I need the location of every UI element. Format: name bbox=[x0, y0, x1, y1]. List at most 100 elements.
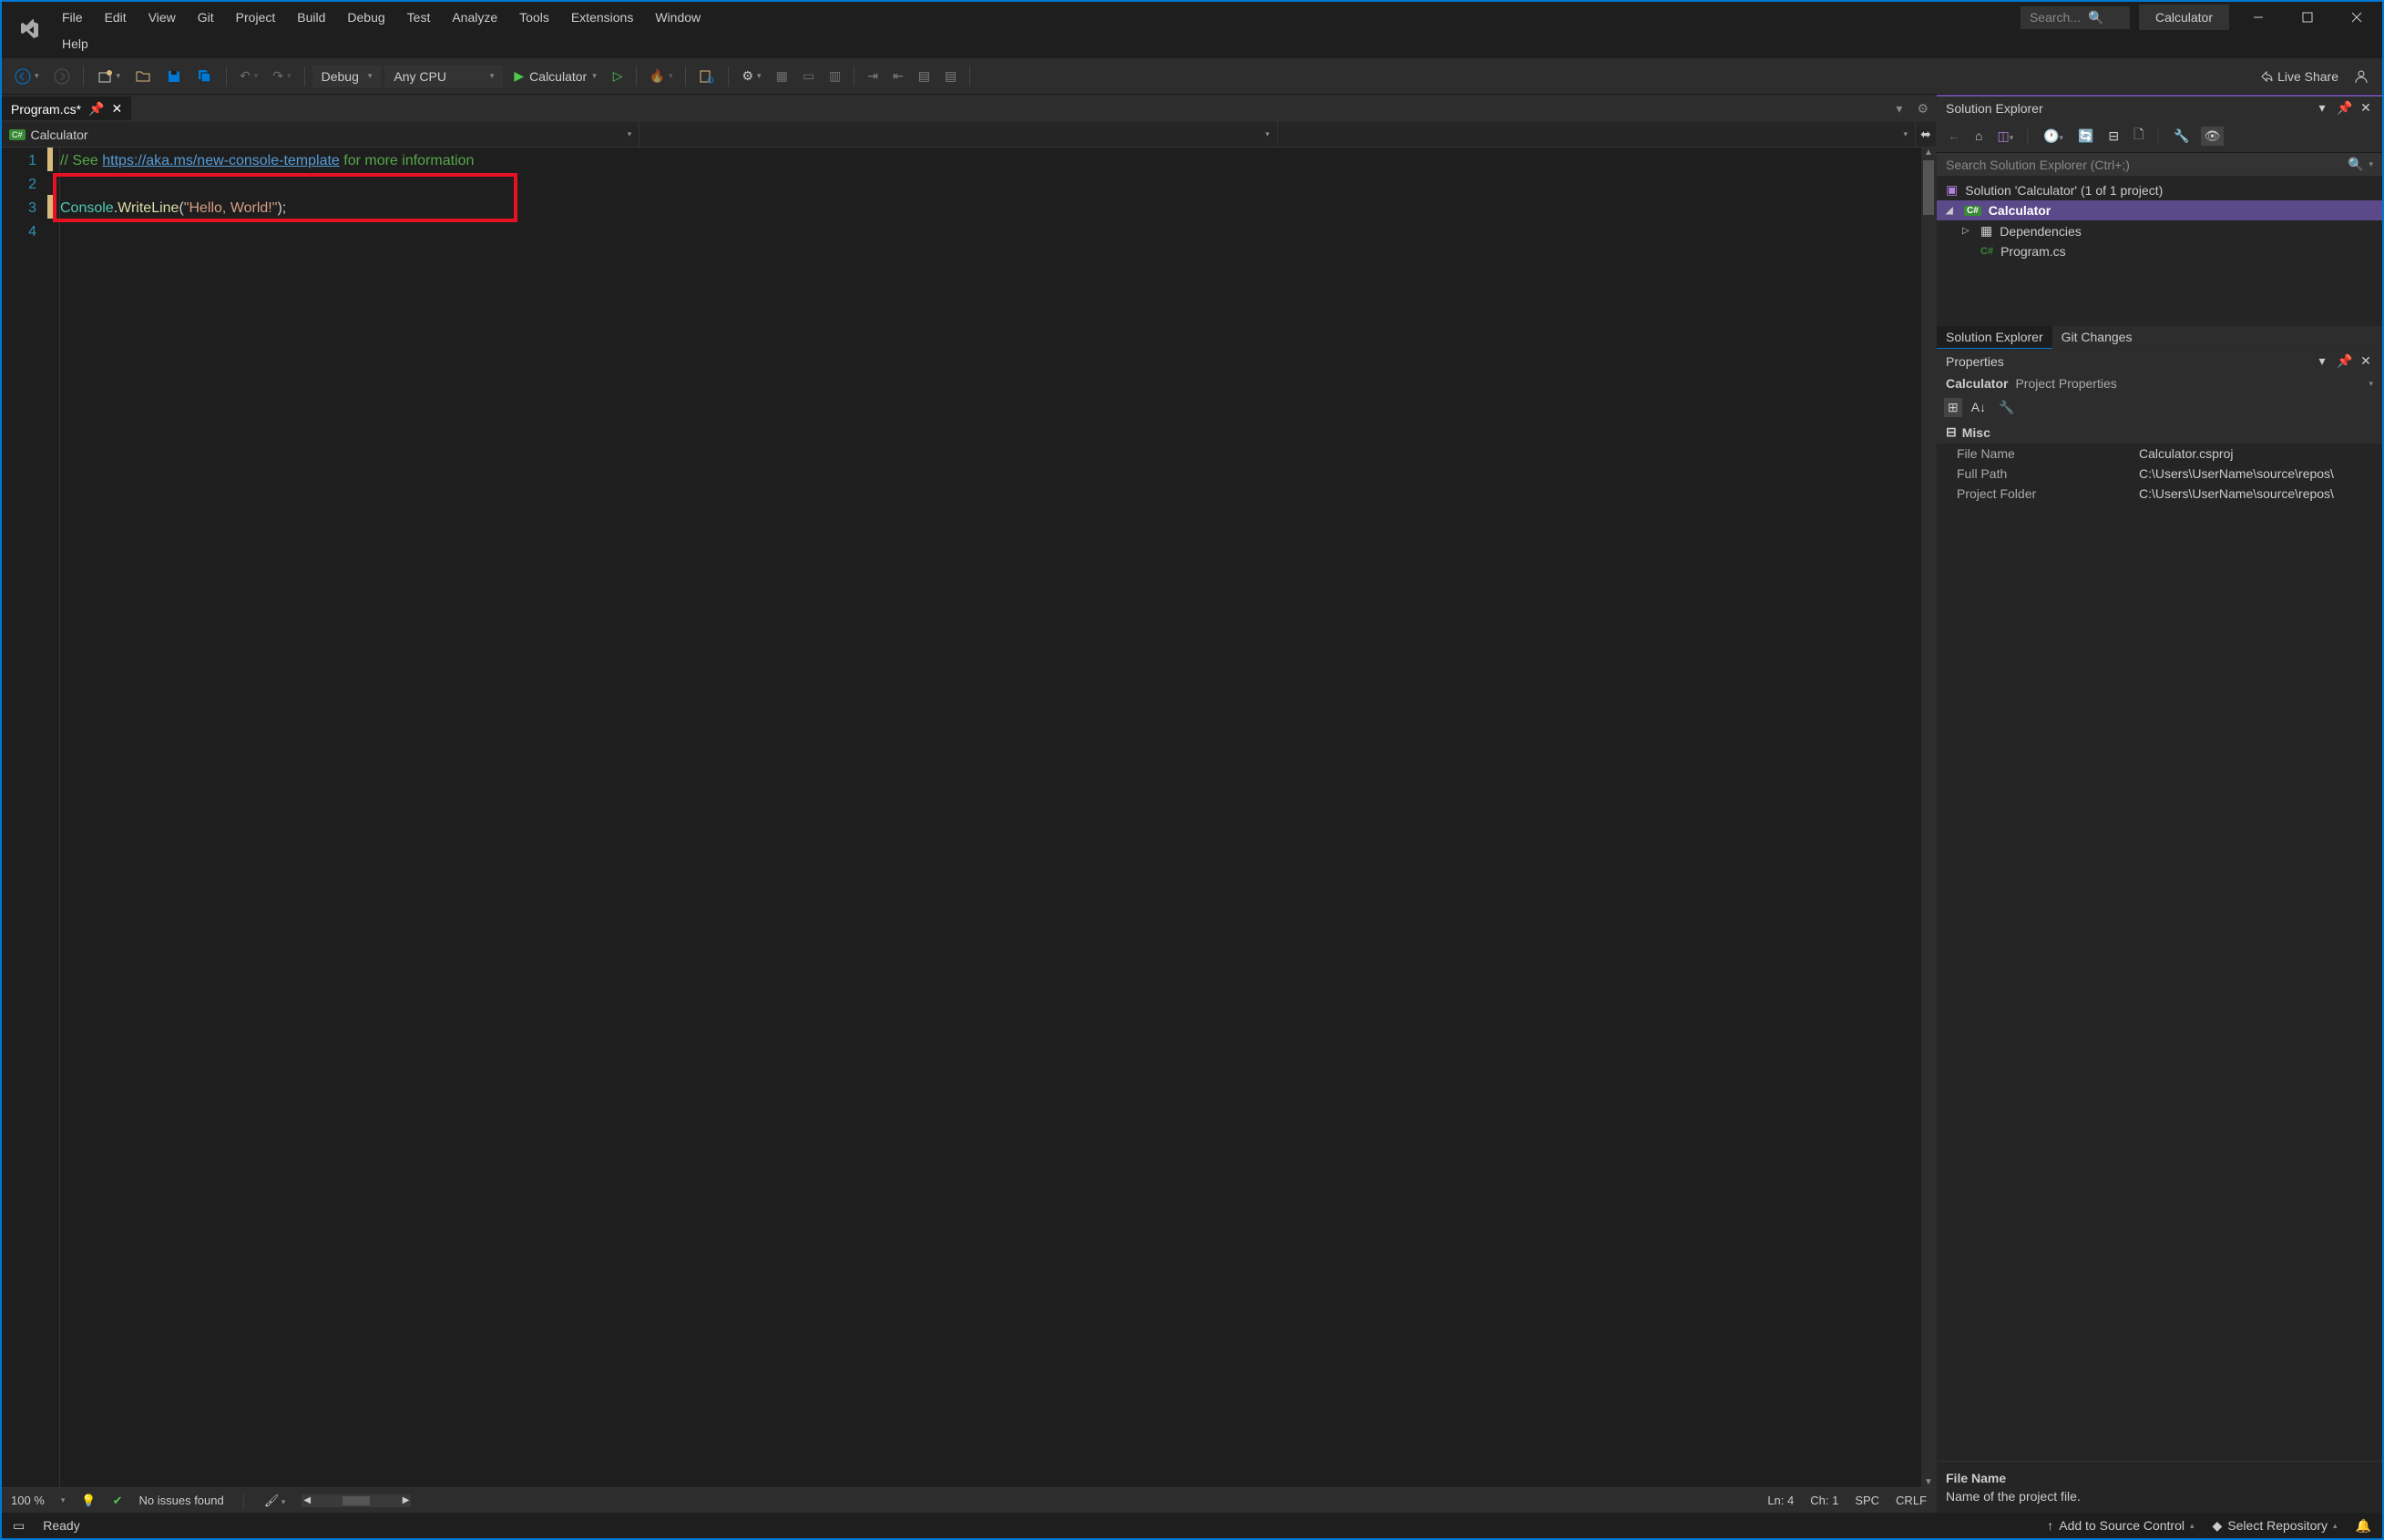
menu-test[interactable]: Test bbox=[396, 5, 442, 30]
alphabetical-icon[interactable]: A↓ bbox=[1968, 398, 1990, 417]
back-icon[interactable]: ← bbox=[1944, 127, 1964, 145]
dependencies-node[interactable]: ▷ ▦ Dependencies bbox=[1937, 220, 2382, 241]
save-button[interactable] bbox=[160, 65, 188, 88]
find-in-files-button[interactable] bbox=[693, 65, 721, 88]
tb-icon-1[interactable]: ▦ bbox=[771, 65, 793, 87]
start-debug-button[interactable]: ▶ Calculator ▾ bbox=[506, 65, 603, 87]
indent-indicator[interactable]: SPC bbox=[1855, 1494, 1879, 1507]
menu-analyze[interactable]: Analyze bbox=[441, 5, 508, 30]
char-indicator[interactable]: Ch: 1 bbox=[1810, 1494, 1838, 1507]
comment-link[interactable]: https://aka.ms/new-console-template bbox=[102, 153, 340, 168]
close-panel-icon[interactable]: ✕ bbox=[2358, 353, 2373, 369]
home-icon[interactable]: ⌂ bbox=[1971, 127, 1986, 145]
split-editor-icon[interactable]: ⬌ bbox=[1916, 122, 1936, 147]
indent-button[interactable]: ⇥ bbox=[862, 65, 884, 87]
pin-icon[interactable]: 📌 bbox=[2337, 353, 2351, 369]
search-input[interactable]: Search... 🔍 bbox=[2021, 6, 2130, 29]
redo-button[interactable]: ↷▾ bbox=[267, 65, 296, 87]
tab-git-changes[interactable]: Git Changes bbox=[2052, 326, 2142, 349]
account-button[interactable] bbox=[2348, 65, 2375, 88]
pin-icon[interactable]: 📌 bbox=[88, 101, 104, 117]
menu-window[interactable]: Window bbox=[644, 5, 711, 30]
nav-type-combo[interactable]: ▾ bbox=[639, 122, 1277, 147]
menu-view[interactable]: View bbox=[138, 5, 187, 30]
zoom-level[interactable]: 100 % bbox=[11, 1494, 45, 1507]
nav-forward-button[interactable] bbox=[48, 65, 76, 88]
close-button[interactable] bbox=[2337, 4, 2377, 31]
new-project-button[interactable]: ▾ bbox=[91, 65, 127, 88]
notifications-icon[interactable]: 🔔 bbox=[2356, 1518, 2371, 1534]
property-row[interactable]: Project Folder C:\Users\UserName\source\… bbox=[1937, 484, 2382, 504]
outdent-button[interactable]: ⇤ bbox=[887, 65, 909, 87]
sln-config-button[interactable]: ⚙▾ bbox=[736, 65, 766, 87]
file-tab[interactable]: Program.cs* 📌 ✕ bbox=[2, 97, 131, 120]
switch-views-icon[interactable]: ◫▾ bbox=[1993, 127, 2017, 146]
platform-dropdown[interactable]: Any CPU▾ bbox=[384, 66, 503, 87]
show-all-files-icon[interactable]: 🗋 bbox=[2130, 123, 2147, 148]
menu-extensions[interactable]: Extensions bbox=[560, 5, 644, 30]
property-row[interactable]: Full Path C:\Users\UserName\source\repos… bbox=[1937, 464, 2382, 484]
tb-icon-3[interactable]: ▥ bbox=[824, 65, 846, 87]
line-indicator[interactable]: Ln: 4 bbox=[1767, 1494, 1794, 1507]
save-all-button[interactable] bbox=[191, 65, 219, 88]
pin-icon[interactable]: 📌 bbox=[2337, 100, 2351, 116]
menu-help[interactable]: Help bbox=[51, 31, 99, 56]
file-node[interactable]: C# Program.cs bbox=[1937, 241, 2382, 261]
select-repository-button[interactable]: ◆ Select Repository ▴ bbox=[2213, 1518, 2338, 1534]
add-source-control-button[interactable]: ↑ Add to Source Control ▴ bbox=[2047, 1518, 2194, 1533]
comment-button[interactable]: ▤ bbox=[913, 65, 936, 87]
menu-build[interactable]: Build bbox=[286, 5, 336, 30]
close-panel-icon[interactable]: ✕ bbox=[2358, 100, 2373, 116]
expander-icon[interactable]: ▷ bbox=[1962, 226, 1973, 236]
uncomment-button[interactable]: ▤ bbox=[939, 65, 962, 87]
collapse-all-icon[interactable]: ⊟ bbox=[2104, 127, 2123, 146]
tb-icon-2[interactable]: ▭ bbox=[797, 65, 820, 87]
categorized-icon[interactable]: ⊞ bbox=[1944, 398, 1962, 417]
tab-dropdown-icon[interactable]: ▾ bbox=[1888, 97, 1909, 120]
project-node[interactable]: ◢ C# Calculator bbox=[1937, 200, 2382, 220]
vertical-scrollbar[interactable]: ▲ ▼ bbox=[1921, 148, 1936, 1487]
maximize-button[interactable] bbox=[2287, 4, 2328, 31]
nav-back-button[interactable]: ▾ bbox=[9, 65, 45, 88]
undo-button[interactable]: ↶▾ bbox=[234, 65, 263, 87]
menu-file[interactable]: File bbox=[51, 5, 94, 30]
tab-gear-icon[interactable]: ⚙ bbox=[1909, 97, 1936, 120]
horizontal-scrollbar[interactable]: ◀▶ bbox=[302, 1494, 411, 1507]
menu-edit[interactable]: Edit bbox=[94, 5, 138, 30]
issues-text[interactable]: No issues found bbox=[139, 1494, 224, 1507]
lightbulb-icon[interactable]: 💡 bbox=[81, 1494, 96, 1508]
output-icon[interactable]: ▭ bbox=[13, 1518, 25, 1534]
live-share-button[interactable]: Live Share bbox=[2254, 66, 2344, 87]
brush-icon[interactable]: 🖌 ▾ bbox=[264, 1494, 286, 1508]
expander-icon[interactable]: ◢ bbox=[1946, 206, 1957, 216]
minimize-button[interactable] bbox=[2238, 4, 2278, 31]
history-icon[interactable]: 🕐▾ bbox=[2040, 127, 2067, 146]
menu-git[interactable]: Git bbox=[187, 5, 225, 30]
panel-dropdown-icon[interactable]: ▾ bbox=[2315, 353, 2329, 369]
open-file-button[interactable] bbox=[129, 65, 157, 88]
collapse-icon[interactable]: ⊟ bbox=[1946, 424, 1957, 440]
close-tab-icon[interactable]: ✕ bbox=[111, 101, 122, 117]
refresh-icon[interactable]: 🔄 bbox=[2074, 127, 2097, 146]
properties-subject-combo[interactable]: Calculator Project Properties ▾ bbox=[1937, 372, 2382, 394]
config-dropdown[interactable]: Debug▾ bbox=[312, 66, 382, 87]
eol-indicator[interactable]: CRLF bbox=[1896, 1494, 1927, 1507]
code-editor[interactable]: 1 2 3 4 // See https://aka.ms/new-consol… bbox=[2, 148, 1936, 1487]
panel-dropdown-icon[interactable]: ▾ bbox=[2315, 100, 2329, 116]
solution-search-input[interactable]: Search Solution Explorer (Ctrl+;) 🔍▾ bbox=[1937, 153, 2382, 176]
start-without-debug-button[interactable]: ▷ bbox=[608, 65, 629, 87]
property-category[interactable]: ⊟ Misc bbox=[1937, 421, 2382, 444]
property-row[interactable]: File Name Calculator.csproj bbox=[1937, 444, 2382, 464]
code-text[interactable]: // See https://aka.ms/new-console-templa… bbox=[60, 148, 1921, 1487]
wrench-icon[interactable]: 🔧 bbox=[1995, 398, 2018, 417]
hot-reload-button[interactable]: 🔥▾ bbox=[644, 65, 679, 87]
solution-node[interactable]: ▣ Solution 'Calculator' (1 of 1 project) bbox=[1937, 179, 2382, 200]
menu-tools[interactable]: Tools bbox=[508, 5, 560, 30]
nav-member-combo[interactable]: ▾ bbox=[1278, 122, 1916, 147]
menu-debug[interactable]: Debug bbox=[336, 5, 395, 30]
menu-project[interactable]: Project bbox=[225, 5, 287, 30]
preview-icon[interactable]: 👁 bbox=[2201, 127, 2225, 146]
properties-icon[interactable]: 🔧 bbox=[2170, 127, 2193, 146]
nav-project-combo[interactable]: C# Calculator ▾ bbox=[2, 122, 639, 147]
tab-solution-explorer[interactable]: Solution Explorer bbox=[1937, 326, 2052, 349]
